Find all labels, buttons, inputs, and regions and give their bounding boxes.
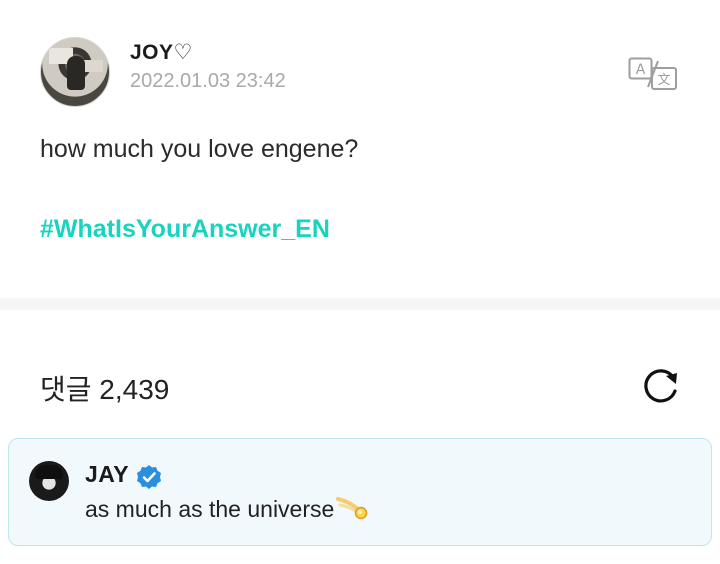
post-timestamp: 2022.01.03 23:42: [130, 70, 286, 92]
comment-author-avatar[interactable]: [29, 461, 69, 501]
comet-icon: [336, 497, 368, 520]
verified-badge-icon: [137, 465, 161, 489]
comment-text: as much as the universe: [85, 495, 368, 523]
comment-text-content: as much as the universe: [85, 496, 335, 522]
refresh-icon[interactable]: [640, 367, 682, 407]
comment-author-name[interactable]: JAY: [85, 461, 129, 488]
post-card: JOY♡ 2022.01.03 23:42 A 文 how much you l…: [0, 0, 720, 298]
comment-item[interactable]: JAY as much as the universe: [8, 438, 712, 546]
translate-icon[interactable]: A 文: [628, 57, 678, 91]
post-author-name[interactable]: JOY♡: [130, 40, 193, 65]
post-body-text: how much you love engene?: [40, 135, 359, 163]
author-avatar[interactable]: [40, 37, 110, 107]
svg-text:A: A: [636, 62, 646, 78]
comments-count-label: 댓글 2,439: [40, 374, 170, 405]
post-hashtag[interactable]: #WhatIsYourAnswer_EN: [40, 215, 330, 244]
svg-text:文: 文: [657, 73, 670, 88]
section-divider: [0, 298, 720, 310]
